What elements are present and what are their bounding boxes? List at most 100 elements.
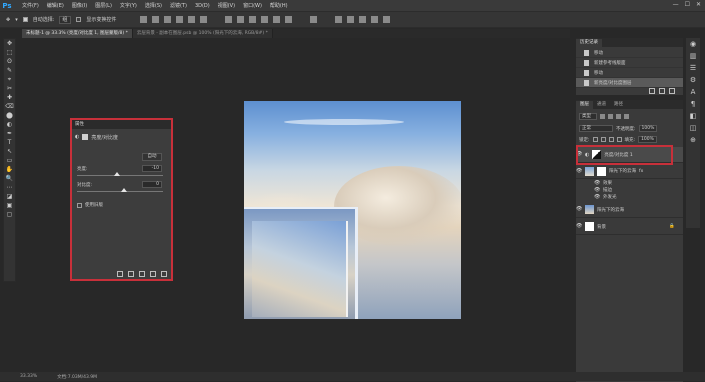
path-select-tool-icon[interactable]: ↖ — [4, 147, 15, 156]
visibility-icon[interactable] — [150, 270, 156, 277]
history-item[interactable]: 移动 — [576, 48, 683, 58]
filter-adjust-icon[interactable] — [608, 114, 613, 119]
3d-roll-icon[interactable] — [347, 16, 355, 23]
delete-icon[interactable] — [161, 270, 167, 277]
distribute-hcenter-icon[interactable] — [273, 16, 281, 23]
lock-pixels-icon[interactable] — [600, 137, 606, 142]
close-icon[interactable]: ✕ — [696, 1, 701, 8]
effect-outer-glow[interactable]: 外发光 — [603, 194, 617, 200]
3d-scale-icon[interactable] — [383, 16, 391, 23]
layer-row-background[interactable]: 👁 背景 🔒 — [576, 219, 683, 235]
layer-row-image[interactable]: 👁 阳光下的云海 — [576, 202, 683, 218]
auto-select-checkbox[interactable] — [22, 17, 28, 22]
visibility-eye-icon[interactable]: 👁 — [576, 224, 582, 229]
color-swatch-icon[interactable]: ◪ — [4, 192, 15, 201]
fill-input[interactable]: 100% — [638, 136, 657, 143]
fx-badge[interactable]: fx — [639, 169, 643, 174]
view-previous-icon[interactable] — [128, 270, 134, 277]
align-vcenter-icon[interactable] — [152, 16, 160, 23]
opacity-input[interactable]: 100% — [638, 125, 658, 132]
layers-dock-icon[interactable]: ▥ — [686, 50, 700, 62]
layer-filter-dropdown[interactable]: 类型 — [579, 113, 597, 120]
lock-all-icon[interactable] — [616, 137, 622, 142]
contrast-input[interactable]: 0 — [142, 181, 162, 188]
auto-select-dropdown[interactable]: 组 — [59, 15, 72, 24]
visibility-eye-icon[interactable]: 👁 — [576, 207, 582, 212]
eraser-tool-icon[interactable]: ⌫ — [4, 102, 15, 111]
more-tools-icon[interactable]: ⋯ — [4, 183, 15, 192]
tab-channels[interactable]: 通道 — [593, 101, 610, 109]
menu-select[interactable]: 选择(S) — [145, 2, 162, 9]
zoom-level[interactable]: 33.33% — [20, 374, 37, 379]
distribute-left-icon[interactable] — [261, 16, 269, 23]
history-item[interactable]: 新建参考线版面 — [576, 58, 683, 68]
align-bottom-icon[interactable] — [164, 16, 172, 23]
lasso-tool-icon[interactable]: ʘ — [4, 57, 15, 66]
menu-type[interactable]: 文字(Y) — [120, 2, 137, 9]
distribute-top-icon[interactable] — [225, 16, 233, 23]
menu-window[interactable]: 窗口(W) — [243, 2, 262, 9]
menu-image[interactable]: 图像(I) — [72, 2, 87, 9]
reset-icon[interactable] — [139, 270, 145, 277]
doc-tab-secondary[interactable]: 云层背景 - 副本在图层.psb @ 100% (阳光下的云海, RGB/8#)… — [132, 29, 273, 38]
delete-state-icon[interactable] — [669, 88, 675, 94]
brush-dock-icon[interactable]: ◧ — [686, 110, 700, 122]
menu-help[interactable]: 帮助(H) — [270, 2, 288, 9]
align-right-icon[interactable] — [200, 16, 208, 23]
tool-preset-dropdown[interactable]: ▾ — [15, 17, 18, 23]
align-hcenter-icon[interactable] — [188, 16, 196, 23]
zoom-tool-icon[interactable]: 🔍 — [4, 174, 15, 183]
3d-drag-icon[interactable] — [359, 16, 367, 23]
filter-shape-icon[interactable] — [624, 114, 629, 119]
align-left-icon[interactable] — [176, 16, 184, 23]
tab-layers[interactable]: 图层 — [576, 101, 593, 109]
menu-view[interactable]: 视图(V) — [218, 2, 235, 9]
contrast-slider-track[interactable] — [77, 191, 163, 192]
visibility-eye-icon[interactable]: 👁 — [576, 168, 582, 174]
move-tool-icon[interactable]: ✥ — [6, 17, 10, 23]
clone-dock-icon[interactable]: ◫ — [686, 122, 700, 134]
legacy-checkbox[interactable] — [77, 202, 82, 208]
character-dock-icon[interactable]: A — [686, 86, 700, 98]
eyedropper-tool-icon[interactable]: ✂ — [4, 84, 15, 93]
auto-align-icon[interactable] — [310, 16, 318, 23]
properties-dock-icon[interactable]: ☰ — [686, 62, 700, 74]
brightness-slider-thumb[interactable] — [113, 172, 120, 176]
layer-row-fx[interactable]: 👁 阳光下的云海 fx — [576, 164, 683, 179]
show-transform-checkbox[interactable] — [76, 17, 82, 22]
menu-3d[interactable]: 3D(D) — [195, 3, 210, 9]
lock-transparent-icon[interactable] — [592, 137, 598, 142]
menu-file[interactable]: 文件(F) — [22, 2, 39, 9]
hand-tool-icon[interactable]: ✋ — [4, 165, 15, 174]
move-tool-icon[interactable]: ✥ — [4, 39, 15, 48]
menu-layer[interactable]: 图层(L) — [95, 2, 112, 9]
mask-icon[interactable] — [82, 134, 89, 140]
clip-layer-icon[interactable] — [117, 270, 123, 277]
history-panel-icon[interactable]: ◉ — [686, 38, 700, 50]
effect-eye-icon[interactable]: 👁 — [594, 194, 600, 200]
align-top-icon[interactable] — [140, 16, 148, 23]
brightness-slider-track[interactable] — [77, 175, 163, 176]
3d-slide-icon[interactable] — [371, 16, 379, 23]
filter-type-icon[interactable] — [616, 114, 621, 119]
quick-mask-icon[interactable]: ▣ — [4, 201, 15, 210]
lock-position-icon[interactable] — [608, 137, 614, 142]
brush-tool-icon[interactable]: ⬤ — [4, 111, 15, 120]
dodge-tool-icon[interactable]: ◐ — [4, 120, 15, 129]
layer-mask-thumb[interactable] — [597, 166, 606, 176]
effect-eye-icon[interactable]: 👁 — [594, 187, 600, 193]
crop-tool-icon[interactable]: ⌖ — [4, 75, 15, 84]
doc-tab-active[interactable]: 未标题-1 @ 33.3% (亮度/对比度 1, 图层蒙版/8) * — [22, 29, 133, 38]
menu-edit[interactable]: 编辑(E) — [47, 2, 64, 9]
document-canvas[interactable] — [244, 101, 461, 319]
navigator-dock-icon[interactable]: ⊕ — [686, 134, 700, 146]
effects-eye-icon[interactable]: 👁 — [594, 180, 600, 186]
healing-tool-icon[interactable]: ✚ — [4, 93, 15, 102]
distribute-right-icon[interactable] — [285, 16, 293, 23]
marquee-tool-icon[interactable]: ⬚ — [4, 48, 15, 57]
maximize-icon[interactable]: ☐ — [685, 1, 690, 8]
minimize-icon[interactable]: — — [673, 1, 679, 8]
adjustments-dock-icon[interactable]: ⚙ — [686, 74, 700, 86]
auto-button[interactable]: 自动 — [142, 153, 162, 161]
shape-tool-icon[interactable]: ▭ — [4, 156, 15, 165]
